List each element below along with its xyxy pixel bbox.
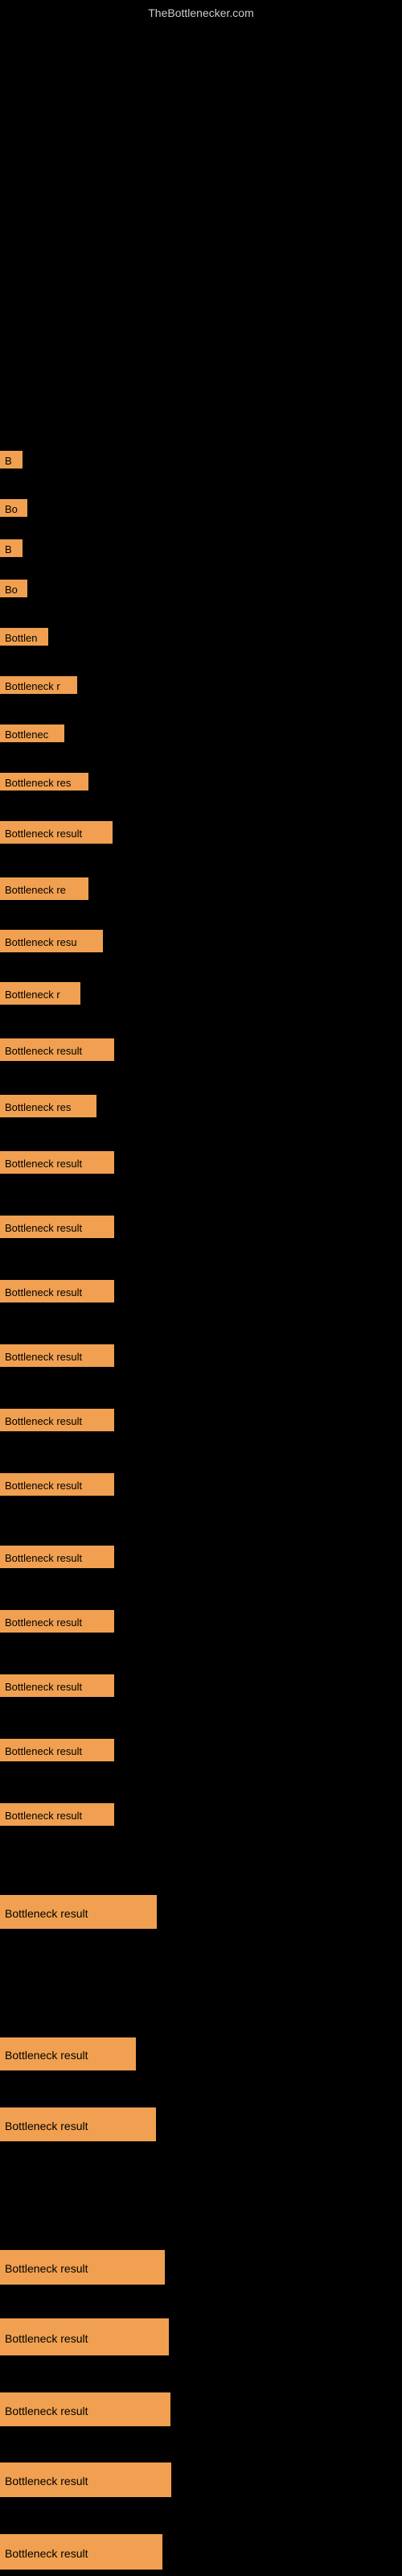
bottleneck-result-item[interactable]: Bottleneck result: [0, 2462, 171, 2497]
bottleneck-result-item[interactable]: Bo: [0, 580, 27, 597]
bottleneck-result-item[interactable]: Bottlenec: [0, 724, 64, 742]
bottleneck-result-item[interactable]: Bottleneck resu: [0, 930, 103, 952]
bottleneck-result-item[interactable]: Bottleneck result: [0, 1546, 114, 1568]
bottleneck-result-item[interactable]: Bottleneck res: [0, 1095, 96, 1117]
bottleneck-result-item[interactable]: Bottleneck re: [0, 877, 88, 900]
bottleneck-result-item[interactable]: Bottleneck result: [0, 1344, 114, 1367]
bottleneck-result-item[interactable]: Bottleneck result: [0, 2107, 156, 2141]
bottleneck-result-item[interactable]: Bottleneck result: [0, 1610, 114, 1633]
bottleneck-result-item[interactable]: Bottleneck result: [0, 1151, 114, 1174]
bottleneck-result-item[interactable]: Bottleneck result: [0, 1803, 114, 1826]
bottleneck-result-item[interactable]: Bottleneck result: [0, 1473, 114, 1496]
bottleneck-result-item[interactable]: Bottleneck result: [0, 1409, 114, 1431]
bottleneck-result-item[interactable]: Bottleneck result: [0, 1895, 157, 1929]
bottleneck-result-item[interactable]: Bottleneck result: [0, 2318, 169, 2355]
bottleneck-result-item[interactable]: Bottleneck result: [0, 2392, 170, 2426]
bottleneck-result-item[interactable]: Bottleneck result: [0, 2250, 165, 2285]
bottleneck-result-item[interactable]: Bottleneck result: [0, 1739, 114, 1761]
bottleneck-result-item[interactable]: Bottleneck result: [0, 1038, 114, 1061]
bottleneck-result-item[interactable]: Bottleneck result: [0, 1674, 114, 1697]
bottleneck-result-item[interactable]: B: [0, 451, 23, 469]
bottleneck-result-item[interactable]: Bottlen: [0, 628, 48, 646]
site-title: TheBottlenecker.com: [148, 6, 254, 19]
bottleneck-result-item[interactable]: Bo: [0, 499, 27, 517]
bottleneck-result-item[interactable]: Bottleneck result: [0, 821, 113, 844]
bottleneck-result-item[interactable]: Bottleneck r: [0, 676, 77, 694]
bottleneck-result-item[interactable]: Bottleneck result: [0, 2534, 162, 2570]
bottleneck-result-item[interactable]: B: [0, 539, 23, 557]
bottleneck-result-item[interactable]: Bottleneck r: [0, 982, 80, 1005]
bottleneck-result-item[interactable]: Bottleneck result: [0, 1216, 114, 1238]
bottleneck-result-item[interactable]: Bottleneck result: [0, 1280, 114, 1302]
bottleneck-result-item[interactable]: Bottleneck res: [0, 773, 88, 791]
bottleneck-result-item[interactable]: Bottleneck result: [0, 2037, 136, 2070]
